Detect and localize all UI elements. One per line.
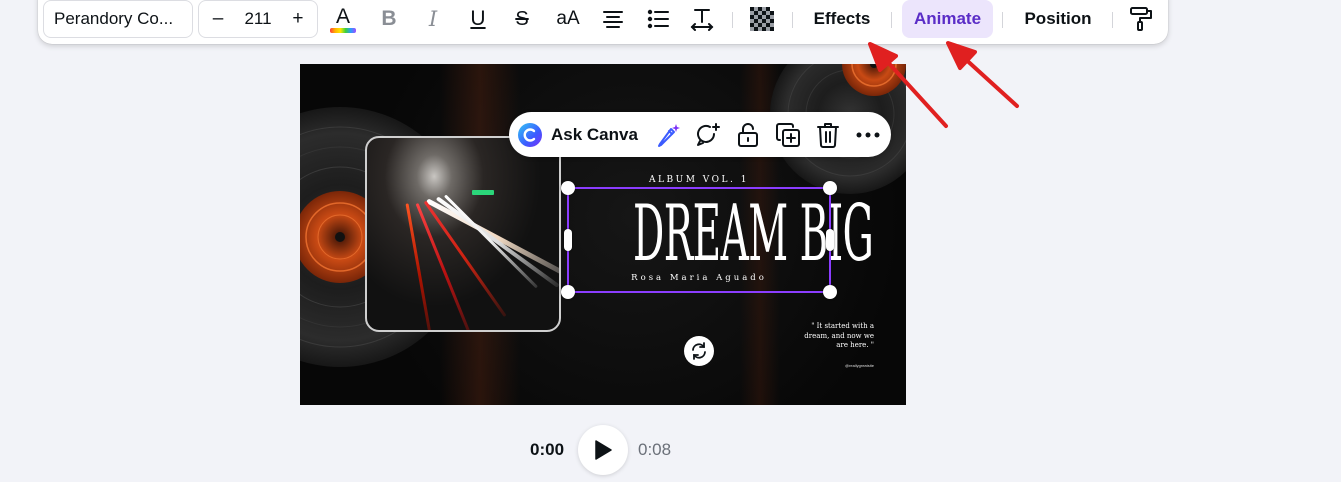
play-icon [595,440,612,460]
font-family-value: Perandory Co... [54,9,174,28]
increase-font-size-button[interactable]: + [291,8,305,30]
current-time: 0:00 [530,440,565,459]
position-button[interactable]: Position [1013,0,1103,38]
album-label: ALBUM VOL. 1 [649,175,749,185]
total-duration: 0:08 [638,440,672,459]
light-streak [405,203,435,330]
highway-sign [472,190,494,195]
highway-photo[interactable] [365,136,561,332]
annotation-arrow-animate [960,54,1019,108]
title-text-group[interactable]: ALBUM VOL. 1 DREAM BIG Rosa Maria Aguado [561,175,874,299]
text-color-icon: A [335,4,350,28]
duplicate-icon [776,123,800,147]
toolbar-divider [891,12,892,28]
animate-label: Animate [913,9,982,28]
bold-button[interactable]: B [375,0,403,38]
effects-button[interactable]: Effects [802,0,882,38]
color-bar-icon [330,27,356,33]
resize-handle-top-left[interactable] [561,181,575,195]
duplicate-button[interactable] [773,120,803,150]
lock-button[interactable] [733,120,763,150]
magic-edit-icon [658,124,680,147]
spacing-button[interactable] [687,0,717,38]
strikethrough-icon: S [515,7,529,30]
paint-roller-icon [1130,7,1152,31]
text-toolbar: Perandory Co... – 211 + A B I U S aA Eff… [38,0,1168,44]
element-context-menu: Ask Canva [509,112,891,157]
more-icon [856,132,880,138]
comment-add-icon [697,123,720,146]
font-size-value[interactable]: 211 [244,9,271,29]
transparency-icon [750,7,774,31]
resize-handle-left[interactable] [564,229,572,251]
ask-canva-label: Ask Canva [551,125,638,144]
font-size-stepper: – 211 + [198,0,318,38]
letter-case-icon: aA [556,8,580,29]
ask-canva-button[interactable]: Ask Canva [517,120,647,150]
decrease-font-size-button[interactable]: – [211,8,225,30]
toolbar-divider [1112,12,1113,28]
spacing-icon [690,9,714,31]
rotate-icon [692,342,706,360]
align-center-icon [603,11,623,28]
underline-button[interactable]: U [464,0,492,38]
selection-box [567,187,831,293]
list-icon [647,9,669,29]
letter-case-button[interactable]: aA [552,0,584,38]
font-family-dropdown[interactable]: Perandory Co... [43,0,193,38]
light-streak [443,194,538,289]
canva-logo-icon [518,123,542,147]
copy-style-button[interactable] [1126,0,1156,38]
rotate-button[interactable] [684,336,714,366]
toolbar-divider [792,12,793,28]
animate-button[interactable]: Animate [902,0,993,38]
position-label: Position [1024,9,1092,28]
underline-icon: U [470,7,486,30]
resize-handle-right[interactable] [826,229,834,251]
strikethrough-button[interactable]: S [508,0,536,38]
more-options-button[interactable] [853,120,883,150]
annotation-arrowhead [946,41,977,70]
toolbar-divider [1002,12,1003,28]
toolbar-divider [732,12,733,28]
resize-handle-top-right[interactable] [823,181,837,195]
resize-handle-bottom-right[interactable] [823,285,837,299]
delete-button[interactable] [813,120,843,150]
italic-icon: I [428,7,438,31]
social-handle: @reallygreatsite [845,363,874,368]
play-button[interactable] [578,425,628,475]
magic-edit-button[interactable] [653,120,683,150]
list-button[interactable] [643,0,673,38]
trash-icon [817,123,839,148]
resize-handle-bottom-left[interactable] [561,285,575,299]
bold-icon: B [381,7,397,30]
add-comment-button[interactable] [693,120,723,150]
text-color-button[interactable]: A [326,0,360,38]
lock-icon [738,123,758,147]
quote-text: " It started with a dream, and now we ar… [804,322,874,349]
italic-button[interactable]: I [419,0,447,38]
transparency-button[interactable] [746,0,778,38]
effects-label: Effects [813,9,871,28]
align-button[interactable] [598,0,628,38]
